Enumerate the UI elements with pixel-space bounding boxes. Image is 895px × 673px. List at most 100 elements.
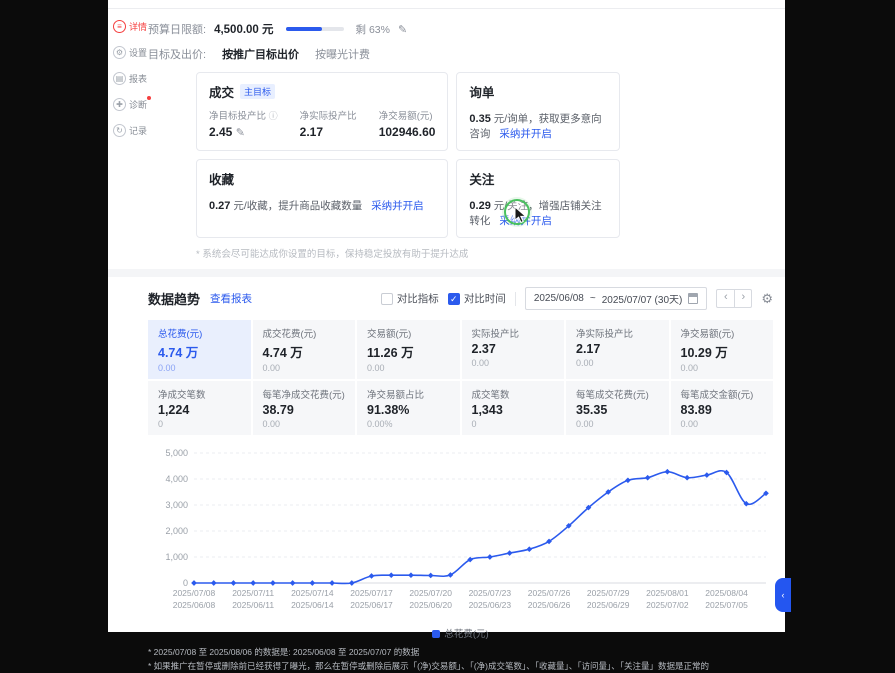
svg-text:4,000: 4,000 xyxy=(165,474,188,484)
card-title: 关注 xyxy=(469,169,494,188)
tile-label: 净交易额(元) xyxy=(681,326,764,340)
metric-tile-5[interactable]: 净交易额(元)10.29 万0.00 xyxy=(671,320,774,379)
suggest-desc: 元/收藏，提升商品收藏数量 xyxy=(233,200,362,212)
tile-label: 每笔成交花费(元) xyxy=(576,387,659,401)
metric-value: 2.45 xyxy=(209,125,232,139)
legend-swatch xyxy=(432,630,440,638)
line-chart: 01,0002,0003,0004,0005,0002025/07/082025… xyxy=(148,445,776,621)
legend-label: 总花费(元) xyxy=(444,629,488,640)
metric-label: 净交易额(元) xyxy=(379,111,433,122)
svg-text:2025/07/02: 2025/07/02 xyxy=(646,600,689,610)
plan-detail-panel: ≡详情⚙设置▤报表✚诊断↻记录 预算日限额: 4,500.00 元 剩 63% … xyxy=(108,0,785,632)
checkbox-label: 对比时间 xyxy=(464,291,506,306)
metric-tile-11[interactable]: 每笔成交金额(元)83.890.00 xyxy=(671,381,774,435)
tile-sub-value: 0.00 xyxy=(576,358,659,368)
sidebar-item-4[interactable]: ↻记录 xyxy=(113,124,147,137)
adopt-enable-link[interactable]: 采纳并开启 xyxy=(499,128,552,140)
compare-metric-checkbox[interactable]: 对比指标 xyxy=(381,291,439,306)
prev-period-button[interactable]: ‹ xyxy=(717,290,734,307)
sidebar-item-label: 诊断 xyxy=(129,98,147,111)
sidebar-item-label: 详情 xyxy=(129,20,147,33)
tile-value: 35.35 xyxy=(576,403,659,417)
metric-tile-6[interactable]: 净成交笔数1,2240 xyxy=(148,381,251,435)
card-title: 询单 xyxy=(469,82,494,101)
info-icon[interactable]: ⓘ xyxy=(269,111,278,121)
metric-tile-10[interactable]: 每笔成交花费(元) 35.35 0.00 xyxy=(566,381,669,435)
goal-card-inquiry: 询单 0.35 元/询单，获取更多意向咨询 采纳并开启 xyxy=(456,72,620,151)
date-start: 2025/06/08 xyxy=(534,293,584,304)
metric-tile-3[interactable]: 实际投产比2.370.00 xyxy=(462,320,565,379)
date-end: 2025/07/07 (30天) xyxy=(602,291,683,306)
side-float-button[interactable]: ‹ xyxy=(775,578,791,612)
tile-value: 4.74 万 xyxy=(158,342,241,361)
svg-text:2025/06/29: 2025/06/29 xyxy=(587,600,630,610)
metric-tile-1[interactable]: 成交花费(元)4.74 万0.00 xyxy=(253,320,356,379)
edit-budget-pencil-icon[interactable]: ✎ xyxy=(398,23,407,36)
next-period-button[interactable]: › xyxy=(734,290,751,307)
tile-label: 成交笔数 xyxy=(472,387,555,401)
section-divider xyxy=(108,269,785,277)
budget-remaining: 剩 63% xyxy=(356,22,390,37)
goal-cards-grid: 成交 主目标 净目标投产比 ⓘ 2.45 ✎ 净实际投产比 2.17 xyxy=(196,72,620,238)
tile-label: 实际投产比 xyxy=(472,326,555,340)
adopt-enable-link[interactable]: 采纳并开启 xyxy=(371,200,424,212)
chart-legend: 总花费(元) xyxy=(148,626,773,640)
sidebar-item-label: 报表 xyxy=(129,72,147,85)
goal-card-follow: 关注 0.29 元/关注，增强店铺关注转化 采纳并开启 xyxy=(456,159,620,238)
sidebar-item-2[interactable]: ▤报表 xyxy=(113,72,147,85)
edit-roi-pencil-icon[interactable]: ✎ xyxy=(236,127,245,139)
svg-text:2025/07/20: 2025/07/20 xyxy=(409,588,452,598)
date-range-picker[interactable]: 2025/06/08 ~ 2025/07/07 (30天) xyxy=(525,287,708,310)
diagnose-icon: ✚ xyxy=(113,98,126,111)
trend-title: 数据趋势 xyxy=(148,289,200,308)
tile-sub-value: 0.00 xyxy=(263,419,346,429)
tile-value: 38.79 xyxy=(263,403,346,417)
svg-text:2025/08/01: 2025/08/01 xyxy=(646,588,689,598)
footnote: * 如果推广在暂停或删除前已经获得了曝光，那么在暂停或删除后展示「(净)交易额」… xyxy=(148,660,773,673)
svg-text:2025/06/11: 2025/06/11 xyxy=(232,600,274,610)
svg-text:2025/07/08: 2025/07/08 xyxy=(173,588,216,598)
metric-tile-0[interactable]: 总花费(元)4.74 万0.00 xyxy=(148,320,251,379)
date-separator: ~ xyxy=(590,293,596,304)
sidebar-item-1[interactable]: ⚙设置 xyxy=(113,46,147,59)
metric-value: 2.17 xyxy=(300,125,323,139)
svg-text:2,000: 2,000 xyxy=(165,526,188,536)
tile-sub-value: 0.00 xyxy=(158,363,241,373)
tab-bid-by-goal[interactable]: 按推广目标出价 xyxy=(222,46,299,62)
svg-text:2025/07/23: 2025/07/23 xyxy=(469,588,512,598)
tile-label: 净交易额占比 xyxy=(367,387,450,401)
sidebar-item-3[interactable]: ✚诊断 xyxy=(113,98,147,111)
svg-text:2025/07/14: 2025/07/14 xyxy=(291,588,334,598)
checkbox-unchecked-icon xyxy=(381,293,393,305)
sidebar-item-0[interactable]: ≡详情 xyxy=(113,20,147,33)
metric-tile-4[interactable]: 净实际投产比2.170.00 xyxy=(566,320,669,379)
trend-header: 数据趋势 查看报表 对比指标 ✓ 对比时间 2025/06/08 ~ xyxy=(148,287,773,310)
metric-tile-8[interactable]: 净交易额占比91.38%0.00% xyxy=(357,381,460,435)
compare-time-checkbox[interactable]: ✓ 对比时间 xyxy=(448,291,506,306)
metric-tile-7[interactable]: 每笔净成交花费(元) 38.79 0.00 xyxy=(253,381,356,435)
budget-slider[interactable] xyxy=(286,27,344,31)
settings-gear-icon[interactable]: ⚙ xyxy=(761,291,773,307)
tile-label: 每笔净成交花费(元) xyxy=(263,387,346,401)
metric-block: 净交易额(元) 102946.60 xyxy=(379,108,436,139)
svg-text:2025/06/20: 2025/06/20 xyxy=(409,600,452,610)
metric-tile-2[interactable]: 交易额(元) 11.26 万 0.00 xyxy=(357,320,460,379)
tile-value: 11.26 万 xyxy=(367,342,450,361)
metric-tile-9[interactable]: 成交笔数1,3430 xyxy=(462,381,565,435)
tile-value: 2.17 xyxy=(576,342,659,356)
view-report-link[interactable]: 查看报表 xyxy=(210,291,252,306)
tab-bid-by-impression[interactable]: 按曝光计费 xyxy=(315,46,370,62)
report-icon: ▤ xyxy=(113,72,126,85)
tile-sub-value: 0.00 xyxy=(576,419,659,429)
goal-bid-row: 目标及出价: 按推广目标出价 按曝光计费 xyxy=(148,46,773,62)
tile-value: 1,343 xyxy=(472,403,555,417)
budget-value: 4,500.00 元 xyxy=(214,21,273,37)
detail-icon: ≡ xyxy=(113,20,126,33)
stage: ≡详情⚙设置▤报表✚诊断↻记录 预算日限额: 4,500.00 元 剩 63% … xyxy=(0,0,895,632)
vertical-divider xyxy=(515,292,516,306)
trend-controls: 对比指标 ✓ 对比时间 2025/06/08 ~ 2025/07/07 (30天… xyxy=(381,287,773,310)
tile-label: 交易额(元) xyxy=(367,326,450,340)
tile-sub-value: 0.00 xyxy=(681,363,764,373)
tile-sub-value: 0.00 xyxy=(367,363,450,373)
svg-text:2025/06/26: 2025/06/26 xyxy=(528,600,571,610)
